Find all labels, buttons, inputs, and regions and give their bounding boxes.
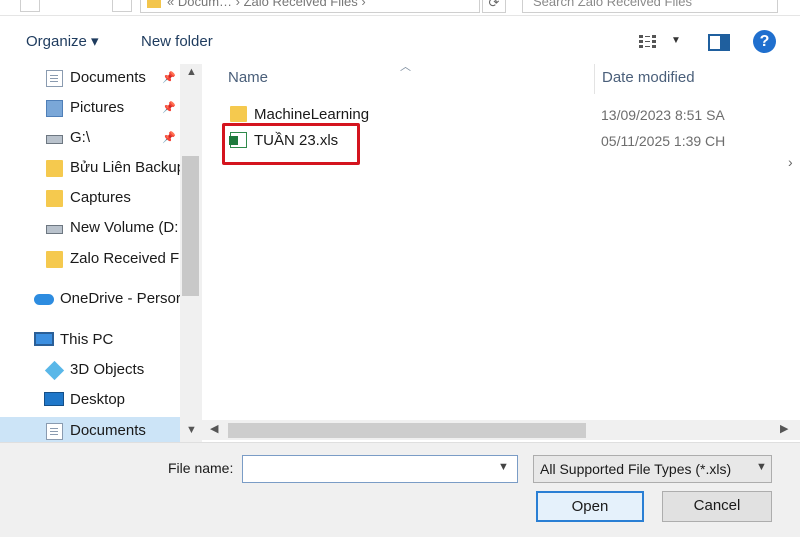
help-icon[interactable]: ? bbox=[753, 30, 776, 53]
nav-item-label: Pictures bbox=[70, 99, 125, 116]
up-button[interactable] bbox=[112, 0, 132, 12]
nav-item-label: G:\ bbox=[70, 129, 91, 146]
right-edge-strip: › bbox=[784, 64, 800, 442]
nav-item-g-drive[interactable]: G:\ 📌 bbox=[0, 124, 180, 154]
desktop-icon bbox=[44, 392, 64, 406]
nav-item-3d-objects[interactable]: 3D Objects bbox=[0, 356, 180, 386]
scroll-left-icon[interactable]: ◀ bbox=[210, 422, 218, 435]
file-date: 13/09/2023 8:51 SA bbox=[601, 107, 725, 123]
nav-item-label: This PC bbox=[60, 331, 114, 348]
nav-item-label: OneDrive - Persor bbox=[60, 290, 180, 307]
nav-item-documents[interactable]: Documents bbox=[0, 417, 180, 442]
folder-icon bbox=[46, 251, 63, 268]
highlight-box bbox=[222, 123, 360, 165]
preview-pane-icon[interactable] bbox=[708, 34, 730, 51]
nav-item-desktop[interactable]: Desktop bbox=[0, 386, 180, 416]
refresh-button[interactable]: ⟳ bbox=[482, 0, 506, 13]
view-options-icon[interactable] bbox=[639, 34, 661, 50]
cancel-button[interactable]: Cancel bbox=[662, 491, 772, 522]
horizontal-scrollbar[interactable]: ◀ ▶ bbox=[202, 420, 800, 440]
dialog-footer: File name: ▼ All Supported File Types (*… bbox=[0, 442, 800, 537]
onedrive-icon bbox=[34, 294, 54, 305]
file-name-input[interactable] bbox=[242, 455, 518, 483]
chevron-right-icon: › bbox=[788, 154, 793, 170]
folder-icon bbox=[46, 160, 63, 177]
nav-item-label: New Volume (D: bbox=[70, 219, 179, 236]
chevron-down-icon[interactable]: ▼ bbox=[756, 461, 767, 473]
address-path[interactable]: « Docum… › Zalo Received Files › bbox=[140, 0, 480, 13]
document-icon bbox=[46, 423, 63, 440]
pictures-icon bbox=[46, 100, 63, 117]
file-type-select[interactable]: All Supported File Types (*.xls) bbox=[533, 455, 772, 483]
nav-item-label: Desktop bbox=[70, 391, 126, 408]
pin-icon: 📌 bbox=[162, 72, 176, 84]
file-date: 05/11/2025 1:39 CH bbox=[601, 133, 726, 149]
pin-icon: 📌 bbox=[162, 132, 176, 144]
3d-objects-icon bbox=[44, 360, 65, 381]
nav-item-this-pc[interactable]: This PC bbox=[0, 326, 180, 356]
open-button[interactable]: Open bbox=[536, 491, 644, 522]
scroll-right-icon[interactable]: ▶ bbox=[780, 422, 788, 435]
nav-item-captures[interactable]: Captures bbox=[0, 184, 180, 214]
column-separator[interactable] bbox=[594, 64, 595, 94]
nav-item-label: Captures bbox=[70, 189, 131, 206]
address-bar-strip: « Docum… › Zalo Received Files › ⟳ Searc… bbox=[0, 0, 800, 16]
nav-item-label: 3D Objects bbox=[70, 361, 145, 378]
pc-icon bbox=[34, 332, 54, 346]
nav-item-documents-quick[interactable]: Documents 📌 bbox=[0, 64, 180, 94]
nav-scrollbar[interactable]: ▲ ▼ bbox=[180, 64, 202, 442]
address-path-text: « Docum… › Zalo Received Files › bbox=[167, 0, 366, 9]
document-icon bbox=[46, 70, 63, 87]
column-header-name[interactable]: Name bbox=[228, 64, 268, 92]
drive-icon bbox=[46, 225, 63, 234]
folder-icon bbox=[147, 0, 161, 8]
nav-item-pictures[interactable]: Pictures 📌 bbox=[0, 94, 180, 124]
scroll-up-icon[interactable]: ▲ bbox=[186, 66, 197, 78]
organize-button[interactable]: Organize ▾ bbox=[26, 32, 99, 52]
nav-item-label: Zalo Received Fi bbox=[70, 250, 180, 267]
pin-icon: 📌 bbox=[162, 102, 176, 114]
search-input[interactable]: Search Zalo Received Files bbox=[522, 0, 778, 13]
drive-icon bbox=[46, 135, 63, 144]
file-list-pane: ︿ Name Date modified MachineLearning 13/… bbox=[202, 61, 800, 442]
sort-ascending-icon: ︿ bbox=[400, 61, 411, 73]
nav-item-new-volume-d[interactable]: New Volume (D: bbox=[0, 214, 180, 244]
scroll-down-icon[interactable]: ▼ bbox=[186, 424, 197, 436]
search-placeholder: Search Zalo Received Files bbox=[533, 0, 692, 9]
new-folder-button[interactable]: New folder bbox=[141, 32, 213, 52]
toolbar: Organize ▾ New folder ▼ ? bbox=[0, 16, 800, 64]
navigation-pane: Documents 📌 Pictures 📌 G:\ 📌 Bửu Liên Ba… bbox=[0, 64, 202, 442]
back-button[interactable] bbox=[20, 0, 40, 12]
folder-icon bbox=[46, 190, 63, 207]
nav-item-label: Documents bbox=[70, 422, 146, 439]
view-dropdown-caret-icon[interactable]: ▼ bbox=[671, 35, 683, 47]
nav-item-label: Documents bbox=[70, 69, 146, 86]
refresh-icon: ⟳ bbox=[488, 0, 500, 10]
chevron-down-icon[interactable]: ▼ bbox=[498, 461, 509, 473]
column-header-date-modified[interactable]: Date modified bbox=[602, 64, 695, 92]
folder-icon bbox=[230, 106, 247, 122]
file-name-label: File name: bbox=[168, 460, 234, 476]
nav-item-buu-lien-backup[interactable]: Bửu Liên Backup bbox=[0, 154, 180, 184]
horizontal-scrollbar-thumb[interactable] bbox=[228, 423, 586, 438]
nav-item-onedrive[interactable]: OneDrive - Persor bbox=[0, 285, 180, 315]
nav-item-label: Bửu Liên Backup bbox=[70, 159, 180, 176]
nav-scrollbar-thumb[interactable] bbox=[182, 156, 199, 296]
nav-item-zalo-received-files[interactable]: Zalo Received Fi bbox=[0, 245, 180, 275]
